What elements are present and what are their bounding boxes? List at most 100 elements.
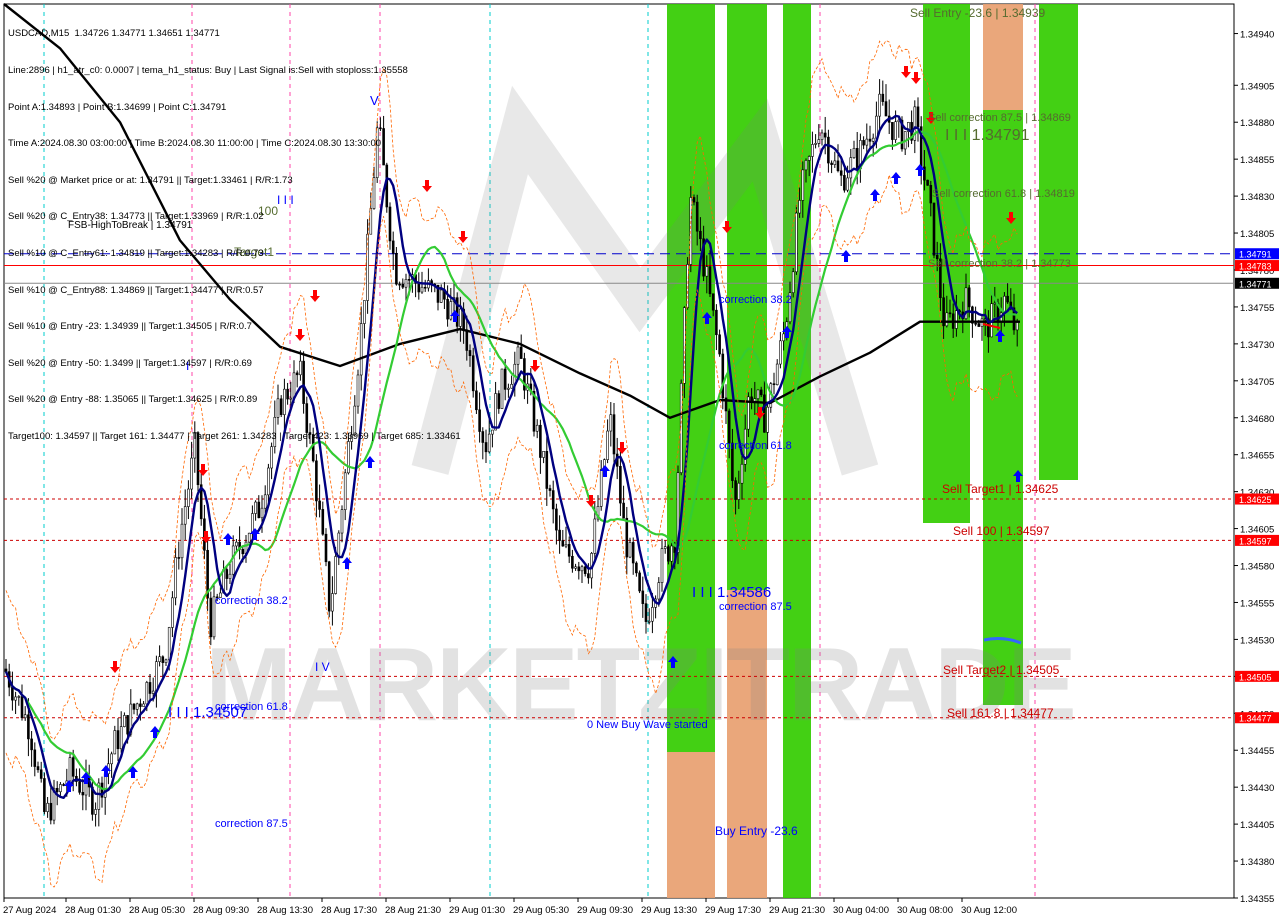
candle-body	[1006, 295, 1009, 303]
candle-body	[670, 545, 673, 562]
candle-body	[644, 603, 648, 622]
candle-body	[791, 271, 795, 293]
candle-body	[494, 393, 497, 431]
candle-body	[334, 556, 337, 594]
price-badge-label: 1.34505	[1239, 672, 1272, 682]
candle-body	[30, 738, 33, 751]
candle-body	[139, 703, 142, 707]
price-badge: 1.34791	[1235, 248, 1279, 260]
candle-body	[830, 162, 833, 165]
price-badge-label: 1.34477	[1239, 714, 1272, 724]
candle-body	[820, 132, 824, 140]
candle-body	[772, 383, 776, 386]
candle-body	[23, 714, 27, 719]
candle-body	[478, 409, 481, 432]
candle-body	[71, 757, 75, 777]
candle-body	[647, 620, 651, 623]
candle-body	[628, 542, 632, 558]
candle-body	[782, 333, 785, 342]
candle-body	[561, 540, 565, 547]
candle-body	[609, 414, 613, 432]
candle-body	[331, 593, 334, 612]
price-badge-label: 1.34771	[1239, 279, 1272, 289]
candle-body	[881, 93, 885, 102]
candle-body	[177, 557, 181, 559]
candle	[500, 368, 504, 410]
candle-body	[116, 730, 120, 750]
price-badge: 1.34505	[1235, 670, 1279, 682]
chart-annotation: correction 61.8	[215, 701, 288, 713]
candle-body	[705, 266, 709, 277]
candle-body	[318, 500, 321, 510]
candle	[932, 202, 936, 259]
candle-body	[113, 730, 117, 755]
candle-body	[510, 384, 513, 389]
candle-body	[884, 101, 888, 117]
y-tick-label: 1.34680	[1240, 414, 1274, 425]
zone-band	[667, 752, 715, 898]
candle-body	[827, 136, 830, 164]
candle-body	[503, 368, 507, 390]
candle-body	[539, 424, 542, 458]
candle-body	[993, 302, 997, 305]
info-line: Line:2896 | h1_atr_c0: 0.0007 | tema_h1_…	[8, 65, 408, 76]
candle-body	[625, 517, 629, 558]
candle-body	[132, 703, 136, 710]
candle-body	[475, 390, 478, 411]
candle-body	[631, 542, 635, 564]
candle-body	[500, 368, 504, 409]
candle-body	[635, 562, 638, 574]
candle-body	[315, 460, 318, 502]
candle-body	[49, 802, 53, 821]
candle-body	[564, 544, 568, 547]
candle-body	[190, 457, 193, 490]
chart-annotation: Sell Target2 | 1.34505	[943, 663, 1060, 677]
chart-annotation: Buy Entry -23.6	[715, 824, 798, 838]
candle-body	[11, 686, 14, 701]
x-tick-label: 28 Aug 17:30	[321, 905, 377, 916]
candle-body	[855, 148, 859, 170]
y-tick-label: 1.34405	[1240, 820, 1274, 831]
price-badge-label: 1.34783	[1239, 262, 1272, 272]
chart-annotation: Sell Target1 | 1.34625	[942, 482, 1059, 496]
x-tick-label: 30 Aug 08:00	[897, 905, 953, 916]
x-tick-label: 28 Aug 09:30	[193, 905, 249, 916]
candle-body	[657, 582, 661, 600]
candle-body	[804, 160, 808, 171]
candle-body	[721, 353, 725, 399]
candle-body	[711, 293, 715, 311]
y-tick-label: 1.34805	[1240, 229, 1274, 240]
candle-body	[891, 122, 894, 140]
zone-band	[1039, 4, 1078, 480]
candle-body	[775, 363, 779, 385]
candle	[689, 186, 693, 273]
candle-body	[807, 156, 811, 161]
candle-body	[599, 469, 603, 507]
candle-body	[225, 569, 229, 579]
x-tick-label: 29 Aug 13:30	[641, 905, 697, 916]
candle-body	[926, 179, 929, 186]
candle	[795, 205, 798, 275]
symbol-line: USDCAD,M15 1.34726 1.34771 1.34651 1.347…	[8, 28, 220, 40]
chart-annotation: 0 New Buy Wave started	[587, 719, 708, 731]
candle-body	[254, 501, 257, 514]
candle-body	[836, 160, 840, 172]
y-tick-label: 1.34555	[1240, 598, 1274, 609]
candle-body	[497, 393, 501, 409]
candle-body	[862, 140, 865, 146]
x-axis: 27 Aug 2024 28 Aug 01:30 28 Aug 05:30 28 Au…	[3, 898, 1017, 916]
candle-body	[580, 566, 584, 572]
x-tick-label: 29 Aug 17:30	[705, 905, 761, 916]
candle-body	[558, 529, 561, 541]
candle-body	[814, 143, 817, 145]
price-badge: 1.34783	[1235, 260, 1279, 272]
candle	[247, 532, 251, 544]
candle-body	[692, 197, 696, 203]
candle-body	[484, 442, 488, 453]
candle-body	[1015, 322, 1019, 331]
candle-body	[471, 355, 475, 392]
candle-body	[487, 433, 491, 453]
chart-annotation: correction 38.2	[215, 595, 288, 607]
candle-body	[343, 472, 347, 510]
y-tick-label: 1.34855	[1240, 155, 1274, 166]
